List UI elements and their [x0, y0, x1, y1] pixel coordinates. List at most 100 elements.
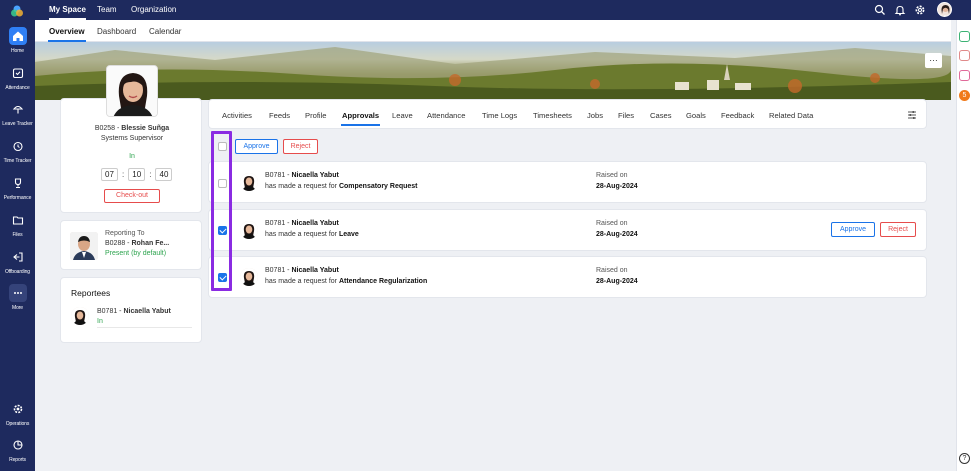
- requester-name: Nicaella Yabut: [291, 267, 339, 274]
- tab-files[interactable]: Files: [618, 111, 634, 120]
- nav-label: Files: [12, 232, 23, 238]
- filter-settings-icon[interactable]: [907, 110, 917, 120]
- profile-title: Systems Supervisor: [100, 135, 164, 142]
- timer-minutes: 10: [128, 168, 146, 181]
- tab-feedback[interactable]: Feedback: [721, 111, 754, 120]
- badge-count[interactable]: 5: [959, 90, 970, 101]
- nav-item-leave-tracker[interactable]: Leave Tracker: [0, 100, 35, 134]
- nav-label: Offboarding: [5, 269, 30, 275]
- landscape-image: [35, 47, 951, 100]
- nav-item-performance[interactable]: Performance: [0, 174, 35, 208]
- bulk-approve-button[interactable]: Approve: [235, 139, 278, 154]
- divider: [97, 327, 192, 328]
- trophy-icon: [9, 174, 27, 192]
- manager-emp-id: B0288 -: [105, 240, 132, 247]
- sub-navigation: Overview Dashboard Calendar: [35, 20, 951, 42]
- nav-item-home[interactable]: Home: [0, 27, 35, 61]
- tab-feeds[interactable]: Feeds: [269, 111, 290, 120]
- timer-seconds: 40: [155, 168, 173, 181]
- right-rail: 5 ?: [956, 20, 971, 471]
- left-navigation: Home Attendance Leave Tracker Time Track…: [0, 0, 35, 471]
- settings-icon[interactable]: [914, 4, 926, 16]
- contacts-icon[interactable]: [959, 50, 970, 61]
- request-prefix: has made a request for: [265, 183, 339, 190]
- tab-cases[interactable]: Cases: [650, 111, 672, 120]
- tab-approvals[interactable]: Approvals: [340, 111, 381, 126]
- nav-label: Reports: [9, 457, 26, 463]
- profile-tabs-bar: Activities Feeds Profile Approvals Leave…: [208, 99, 927, 129]
- request-checkbox[interactable]: [218, 273, 227, 282]
- nav-item-time-tracker[interactable]: Time Tracker: [0, 137, 35, 171]
- reporting-heading: Reporting To: [105, 230, 145, 237]
- tab-calendar[interactable]: Calendar: [149, 27, 181, 36]
- tab-organization[interactable]: Organization: [131, 5, 176, 14]
- request-type: Compensatory Request: [338, 183, 418, 190]
- nav-label: Home: [11, 48, 24, 54]
- raised-on-date: 28-Aug-2024: [596, 183, 638, 190]
- requester-emp-id: B0781 -: [265, 220, 292, 227]
- nav-item-attendance[interactable]: Attendance: [0, 64, 35, 98]
- reportee-name: Nicaella Yabut: [123, 308, 171, 315]
- tab-jobs[interactable]: Jobs: [587, 111, 603, 120]
- request-checkbox[interactable]: [218, 179, 227, 188]
- tab-profile[interactable]: Profile: [305, 111, 327, 120]
- profile-status: In: [129, 153, 135, 160]
- nav-item-offboarding[interactable]: Offboarding: [0, 248, 35, 282]
- tab-my-space[interactable]: My Space: [49, 5, 86, 20]
- nav-label: More: [12, 305, 23, 311]
- search-icon[interactable]: [874, 4, 886, 16]
- checkout-button[interactable]: Check-out: [104, 189, 160, 203]
- request-row[interactable]: B0781 - Nicaella Yabut has made a reques…: [208, 161, 927, 203]
- request-row[interactable]: B0781 - Nicaella Yabut has made a reques…: [208, 209, 927, 251]
- nav-item-reports[interactable]: Reports: [0, 436, 35, 470]
- files-icon: [9, 211, 27, 229]
- tab-leave[interactable]: Leave: [392, 111, 413, 120]
- chat-icon[interactable]: [959, 31, 970, 42]
- attendance-timer: 07: 10: 40: [101, 168, 173, 181]
- manager-name-line[interactable]: B0288 - Rohan Fe...: [105, 240, 169, 247]
- reportee-name-line[interactable]: B0781 - Nicaella Yabut: [97, 308, 171, 315]
- request-checkbox[interactable]: [218, 226, 227, 235]
- tab-time-logs[interactable]: Time Logs: [482, 111, 517, 120]
- request-row[interactable]: B0781 - Nicaella Yabut has made a reques…: [208, 256, 927, 298]
- time-tracker-icon: [9, 137, 27, 155]
- tab-activities[interactable]: Activities: [222, 111, 252, 120]
- nav-label: Performance: [3, 195, 32, 201]
- request-prefix: has made a request for: [265, 231, 339, 238]
- home-icon: [8, 27, 27, 45]
- requester-name: Nicaella Yabut: [291, 220, 339, 227]
- tab-timesheets[interactable]: Timesheets: [533, 111, 572, 120]
- reportee-avatar: [71, 307, 89, 325]
- profile-name-line: B0258 - Blessie Suñga: [61, 125, 203, 132]
- profile-photo: [106, 65, 158, 117]
- requester-emp-id: B0781 -: [265, 267, 292, 274]
- raised-on-label: Raised on: [596, 220, 628, 227]
- tab-goals[interactable]: Goals: [686, 111, 706, 120]
- reportees-heading: Reportees: [71, 288, 111, 298]
- tab-related-data[interactable]: Related Data: [769, 111, 813, 120]
- row-reject-button[interactable]: Reject: [880, 222, 916, 237]
- manager-name: Rohan Fe...: [131, 240, 170, 247]
- tab-team[interactable]: Team: [97, 5, 117, 14]
- tab-overview[interactable]: Overview: [48, 27, 86, 42]
- timer-hours: 07: [101, 168, 118, 181]
- bulk-reject-button[interactable]: Reject: [283, 139, 318, 154]
- tab-attendance[interactable]: Attendance: [427, 111, 465, 120]
- nav-item-more[interactable]: More: [0, 284, 35, 318]
- row-approve-button[interactable]: Approve: [831, 222, 875, 237]
- nav-item-files[interactable]: Files: [0, 211, 35, 245]
- bell-icon[interactable]: [894, 4, 906, 16]
- more-icon: [8, 284, 27, 302]
- user-avatar[interactable]: [937, 2, 952, 17]
- tab-dashboard[interactable]: Dashboard: [97, 27, 136, 36]
- nav-item-operations[interactable]: Operations: [0, 400, 35, 434]
- notifications-icon[interactable]: [959, 70, 970, 81]
- nav-label: Leave Tracker: [2, 121, 33, 127]
- request-prefix: has made a request for: [265, 278, 339, 285]
- select-all-checkbox[interactable]: [218, 142, 227, 151]
- help-icon[interactable]: ?: [959, 453, 970, 464]
- top-bar: My Space Team Organization: [35, 0, 971, 20]
- banner-more-button[interactable]: …: [925, 53, 942, 68]
- raised-on-label: Raised on: [596, 267, 628, 274]
- requester-avatar: [240, 221, 258, 239]
